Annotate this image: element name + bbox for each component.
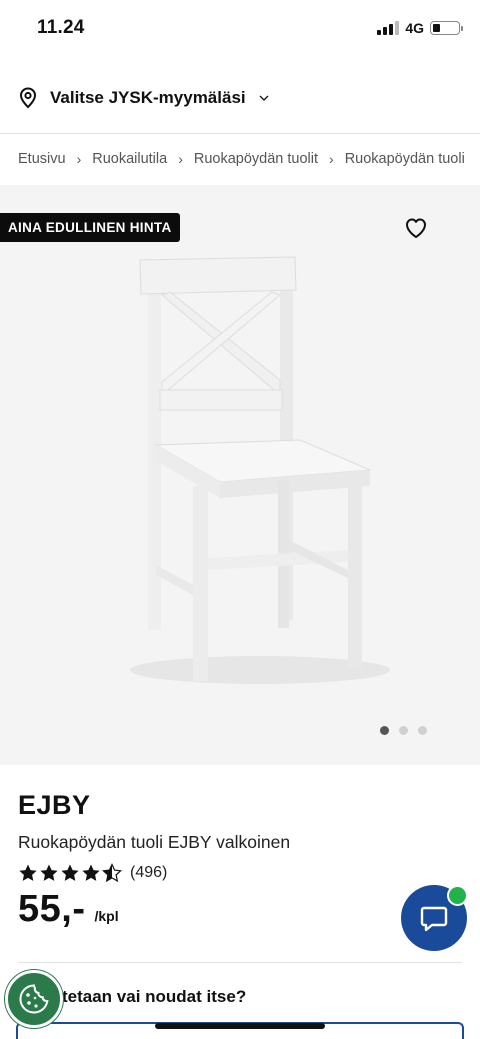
star-filled-icon bbox=[82, 864, 100, 881]
network-label: 4G bbox=[405, 20, 424, 36]
product-price: 55,- bbox=[18, 888, 86, 930]
location-pin-icon bbox=[19, 87, 37, 109]
pagination-dot-active[interactable] bbox=[380, 726, 389, 735]
home-indicator bbox=[155, 1023, 325, 1029]
status-time: 11.24 bbox=[37, 17, 85, 38]
gallery-pagination[interactable] bbox=[380, 726, 427, 735]
price-unit: /kpl bbox=[94, 908, 119, 924]
price-row: 55,- /kpl bbox=[18, 888, 119, 931]
breadcrumb: Etusivu › Ruokailutila › Ruokapöydän tuo… bbox=[18, 148, 480, 170]
signal-icon bbox=[377, 21, 400, 35]
section-divider bbox=[18, 962, 462, 963]
breadcrumb-item-dining-chairs[interactable]: Ruokapöydän tuolit bbox=[194, 151, 318, 167]
star-filled-icon bbox=[19, 864, 37, 881]
cookie-settings-button[interactable] bbox=[5, 970, 63, 1028]
breadcrumb-separator: › bbox=[76, 151, 82, 167]
breadcrumb-item-dining[interactable]: Ruokailutila bbox=[92, 151, 167, 167]
cookie-icon bbox=[19, 984, 49, 1014]
star-filled-icon bbox=[40, 864, 58, 881]
heart-icon[interactable] bbox=[403, 215, 429, 241]
breadcrumb-separator: › bbox=[329, 151, 334, 167]
product-name: Ruokapöydän tuoli EJBY valkoinen bbox=[18, 832, 291, 852]
breadcrumb-separator: › bbox=[178, 151, 183, 167]
store-label: Valitse JYSK-myymäläsi bbox=[50, 88, 246, 107]
pagination-dot[interactable] bbox=[418, 726, 427, 735]
star-filled-icon bbox=[61, 864, 79, 881]
status-bar: 11.24 4G bbox=[0, 0, 480, 58]
store-selector[interactable]: Valitse JYSK-myymäläsi bbox=[18, 84, 270, 112]
star-half-icon bbox=[102, 863, 122, 883]
delivery-heading: tetaan vai noudat itse? bbox=[62, 987, 247, 1006]
battery-icon bbox=[430, 21, 463, 35]
online-status-dot bbox=[447, 885, 468, 906]
product-image-gallery[interactable]: AINA EDULLINEN HINTA bbox=[0, 185, 480, 765]
promo-badge: AINA EDULLINEN HINTA bbox=[0, 213, 180, 242]
status-indicators: 4G bbox=[377, 20, 463, 36]
breadcrumb-item-home[interactable]: Etusivu bbox=[18, 151, 66, 167]
chevron-down-icon bbox=[259, 95, 269, 101]
review-count: (496) bbox=[130, 864, 168, 881]
breadcrumb-item-current[interactable]: Ruokapöydän tuoli bbox=[345, 151, 465, 167]
header-divider bbox=[0, 133, 480, 134]
pagination-dot[interactable] bbox=[399, 726, 408, 735]
product-brand: EJBY bbox=[18, 790, 91, 820]
rating-stars bbox=[18, 863, 122, 883]
chat-bubble-icon bbox=[420, 906, 448, 932]
product-image-chair bbox=[130, 256, 390, 684]
product-rating[interactable]: (496) bbox=[18, 863, 167, 883]
